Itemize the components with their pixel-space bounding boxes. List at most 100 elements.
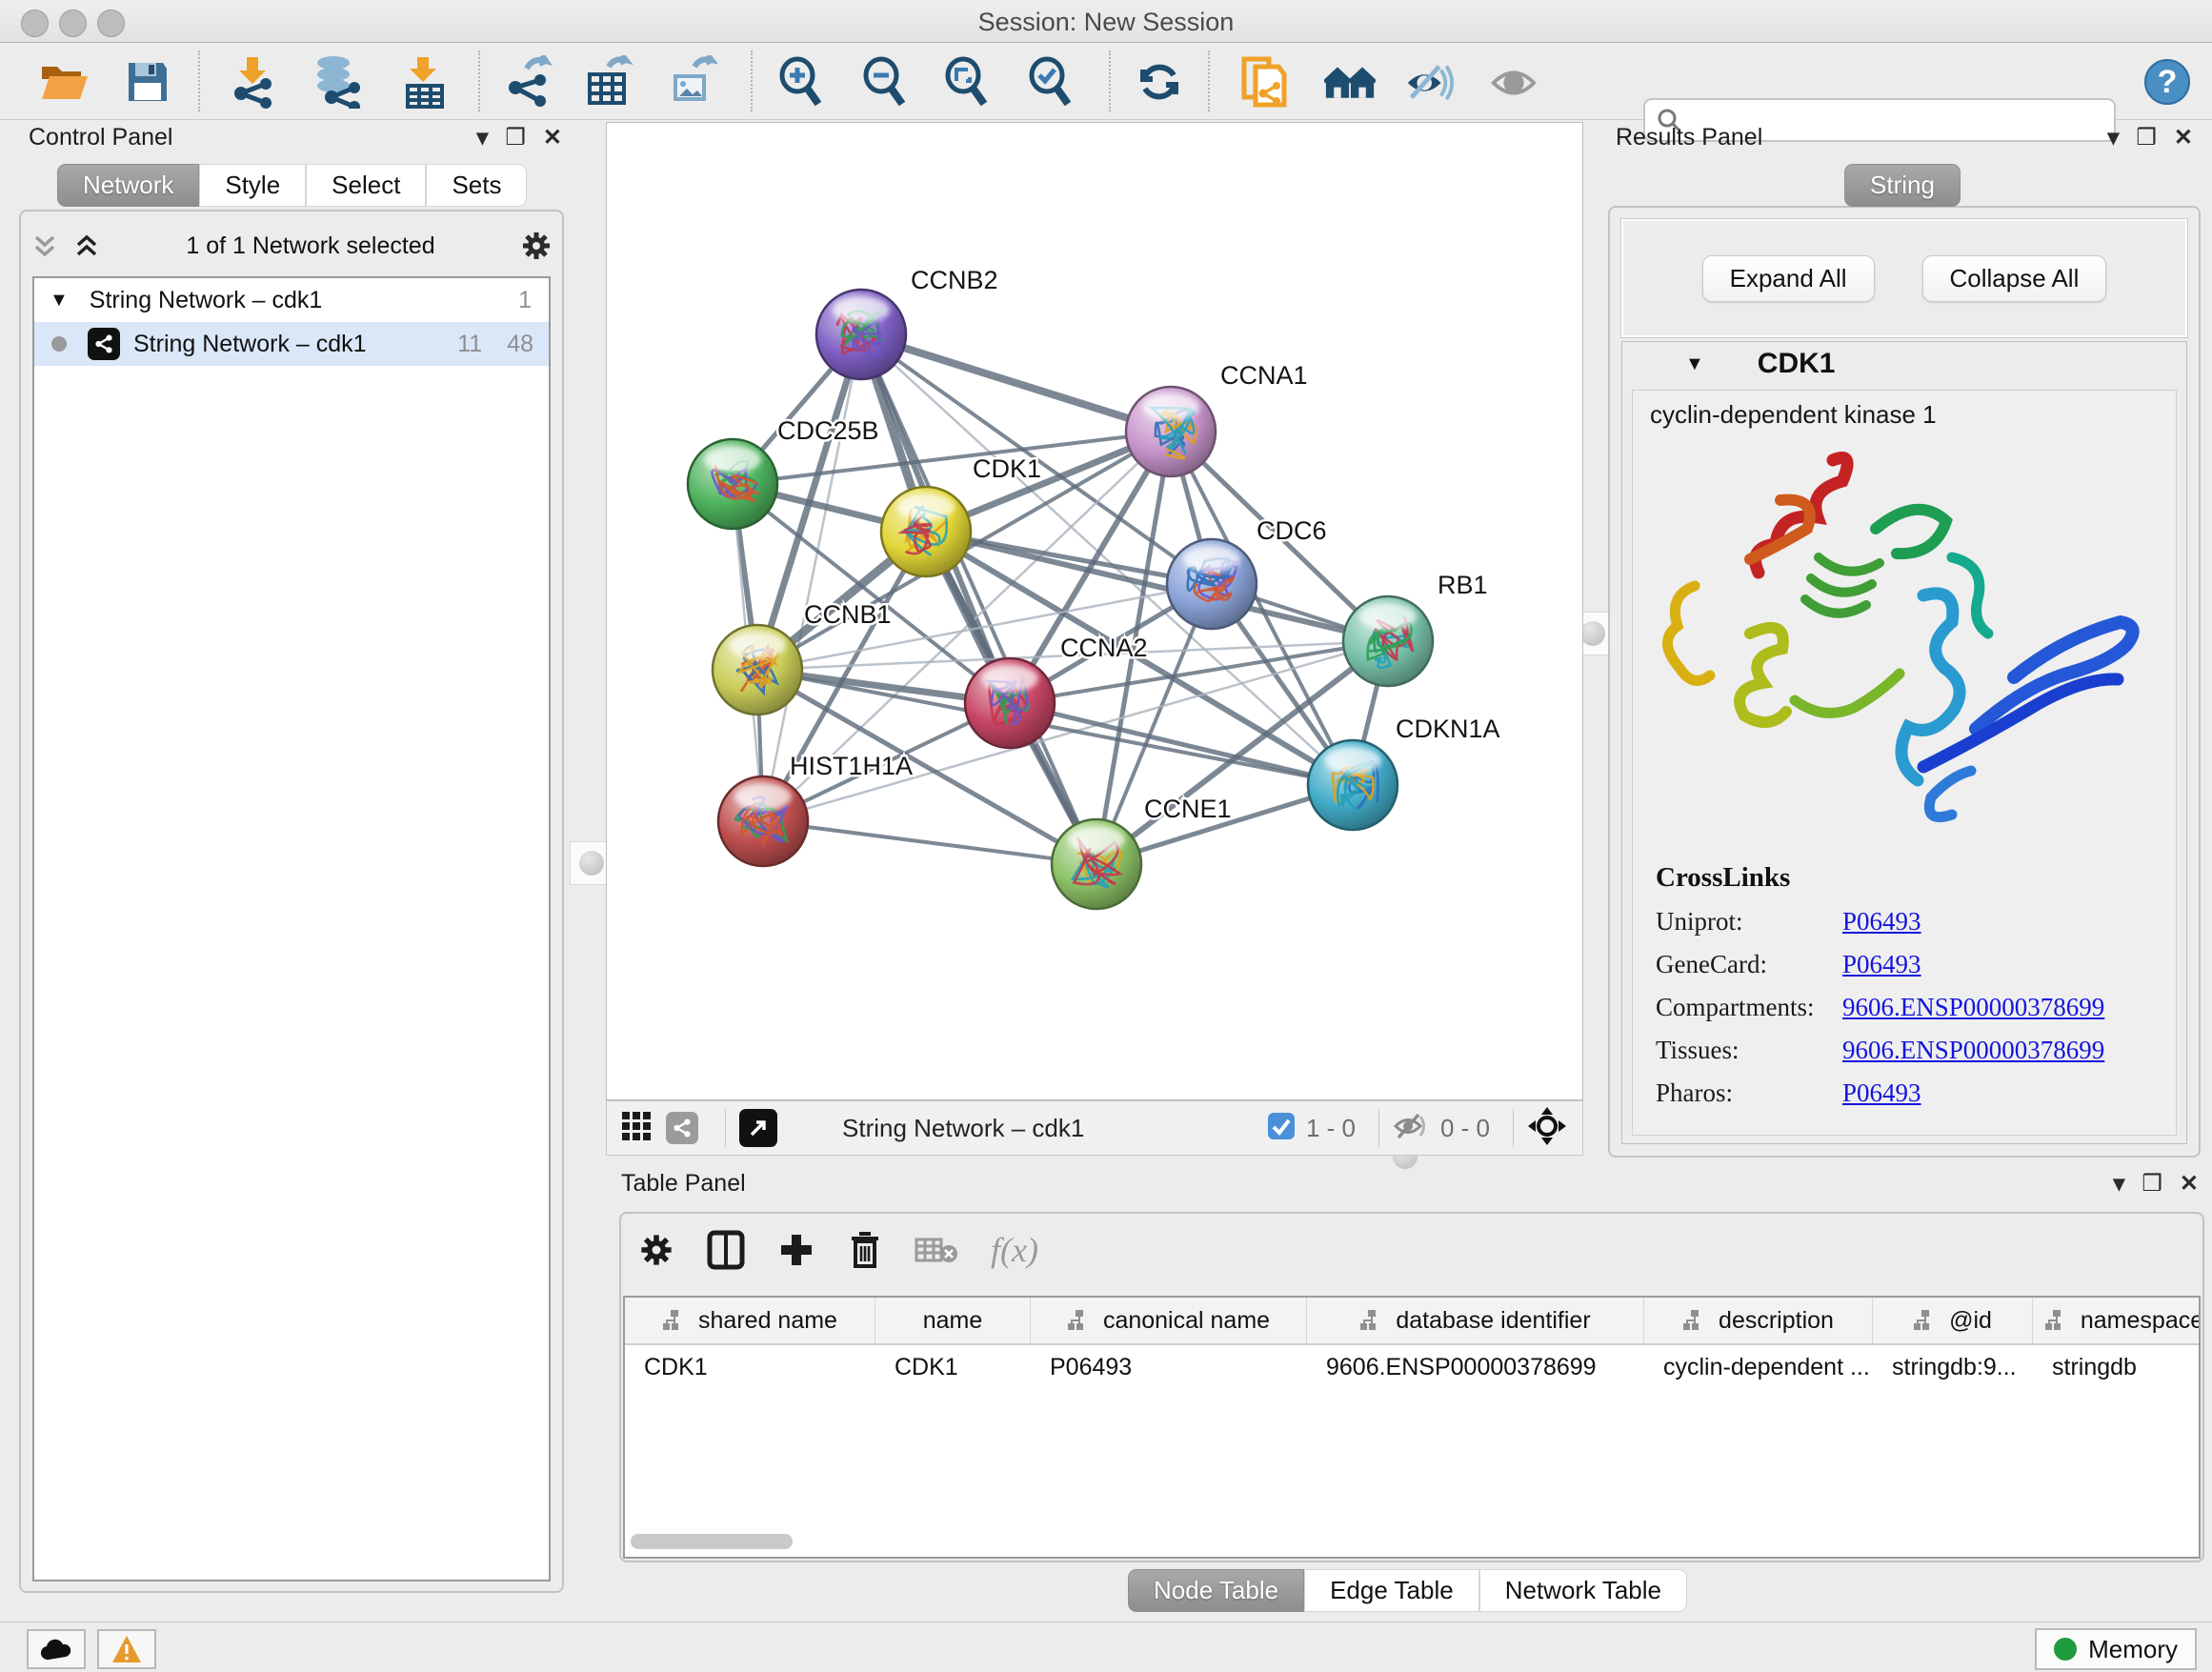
crosslink-row: GeneCard: P06493 [1656,950,2176,979]
collapse-all-button[interactable]: Collapse All [1922,255,2107,302]
string-results-body: Expand All Collapse All ▼ CDK1 cyclin-de… [1608,206,2201,1158]
network-node-ccnb2[interactable]: CCNB2 [816,266,998,379]
panel-close-icon[interactable]: ✕ [543,124,562,151]
column-header[interactable]: description [1644,1298,1873,1343]
crosslink-link[interactable]: P06493 [1842,907,1921,937]
save-session-icon[interactable] [122,56,173,108]
network-options-gear-icon[interactable] [520,230,553,262]
column-header[interactable]: canonical name [1031,1298,1307,1343]
import-network-file-icon[interactable] [227,56,278,108]
zoom-out-icon[interactable] [859,56,911,108]
export-network-icon[interactable] [503,56,554,108]
show-all-nodes-icon[interactable] [1324,56,1376,108]
panel-float-icon[interactable]: ❒ [505,124,526,151]
crosslink-link[interactable]: P06493 [1842,950,1921,979]
table-horizontal-scrollbar[interactable] [631,1534,793,1549]
tab-network[interactable]: Network [57,164,199,207]
export-image-icon[interactable] [667,56,718,108]
collection-count: 1 [518,287,532,314]
network-node-ccna1[interactable]: CCNA1 [1126,361,1308,476]
tab-node-table[interactable]: Node Table [1128,1569,1304,1612]
import-table-file-icon[interactable] [398,56,450,108]
table-cell: stringdb [2033,1345,2201,1389]
zoom-in-icon[interactable] [775,56,827,108]
cloud-button[interactable] [27,1629,86,1669]
network-node-hist1h1a[interactable]: HIST1H1A [718,752,913,866]
export-table-icon[interactable] [583,56,634,108]
shared-column-icon [1067,1309,1092,1332]
node-label: RB1 [1438,571,1488,599]
tab-style[interactable]: Style [199,164,306,207]
network-view-title: String Network – cdk1 [842,1114,1084,1143]
expand-all-icon[interactable] [72,232,101,260]
import-network-database-icon[interactable] [311,56,362,108]
column-header[interactable]: @id [1873,1298,2033,1343]
duplicate-network-icon[interactable] [1238,56,1290,108]
panel-menu-icon[interactable]: ▾ [2113,1170,2124,1198]
function-builder-icon[interactable]: f(x) [991,1230,1038,1270]
show-columns-icon[interactable] [707,1230,745,1270]
selected-checkbox-icon[interactable] [1266,1111,1297,1146]
memory-button[interactable]: Memory [2035,1628,2197,1670]
results-panel: Results Panel ▾ ❒ ✕ String Expand All Co… [1600,122,2204,1156]
node-label: CCNA1 [1220,361,1308,390]
detach-view-icon[interactable] [739,1109,777,1147]
collapse-all-icon[interactable] [30,232,59,260]
expand-all-button[interactable]: Expand All [1702,255,1875,302]
crosslink-link[interactable]: 9606.ENSP00000378699 [1842,993,2104,1022]
panel-menu-icon[interactable]: ▾ [476,124,488,151]
hide-selected-icon[interactable] [1404,56,1456,108]
panel-close-icon[interactable]: ✕ [2180,1170,2199,1198]
delete-column-icon[interactable] [848,1230,882,1270]
warnings-button[interactable] [97,1629,156,1669]
network-node-cdkn1a[interactable]: CDKN1A [1308,715,1500,830]
network-row-selected[interactable]: String Network – cdk1 11 48 [34,322,549,366]
column-header[interactable]: namespace [2033,1298,2201,1343]
tab-network-table[interactable]: Network Table [1479,1569,1687,1612]
crosslink-link[interactable]: P06493 [1842,1078,1921,1108]
column-header[interactable]: name [875,1298,1031,1343]
gene-expander-icon[interactable]: ▼ [1685,353,1704,375]
panel-float-icon[interactable]: ❒ [2136,124,2157,151]
table-options-gear-icon[interactable] [638,1232,674,1268]
status-bar: Memory [0,1622,2212,1672]
hidden-eye-icon[interactable] [1393,1111,1431,1146]
panel-close-icon[interactable]: ✕ [2174,124,2193,151]
network-collection-row[interactable]: ▼ String Network – cdk1 1 [34,278,549,322]
add-column-icon[interactable] [777,1231,815,1269]
toolbar-separator [1208,50,1210,111]
panel-menu-icon[interactable]: ▾ [2107,124,2119,151]
network-edge-count: 48 [507,331,533,358]
network-type-badge-icon[interactable] [666,1112,698,1144]
fit-selected-crosshair-icon[interactable] [1527,1106,1567,1151]
node-label: CDK1 [973,454,1041,483]
tab-sets[interactable]: Sets [426,164,527,207]
crosslink-link[interactable]: 9606.ENSP00000378699 [1842,1036,2104,1065]
table-panel-body: f(x) shared namenamecanonical namedataba… [619,1212,2204,1562]
hidden-count: 0 - 0 [1440,1114,1490,1143]
tab-select[interactable]: Select [306,164,426,207]
open-session-icon[interactable] [38,56,90,108]
table-row[interactable]: CDK1CDK1P064939606.ENSP00000378699cyclin… [625,1345,2199,1389]
toolbar-separator [1513,1109,1514,1147]
network-canvas[interactable]: CCNB2 CCNA1 CDC25B CDK1 CDC6 RB1 CCNB1 C… [606,122,1583,1100]
column-header[interactable]: database identifier [1307,1298,1644,1343]
network-edge [861,334,1096,864]
collection-label: String Network – cdk1 [90,287,323,314]
zoom-fit-icon[interactable] [941,56,993,108]
show-graphics-details-icon[interactable] [1488,56,1539,108]
crosslink-label: Uniprot: [1656,907,1842,937]
view-grid-icon[interactable] [622,1112,651,1145]
crosslink-label: GeneCard: [1656,950,1842,979]
panel-float-icon[interactable]: ❒ [2142,1170,2162,1198]
column-header[interactable]: shared name [625,1298,875,1343]
tab-edge-table[interactable]: Edge Table [1304,1569,1479,1612]
help-icon[interactable]: ? [2142,56,2193,108]
tab-string[interactable]: String [1844,164,1961,207]
refresh-view-icon[interactable] [1134,56,1185,108]
zoom-selected-icon[interactable] [1025,56,1076,108]
delete-table-icon[interactable] [915,1234,958,1266]
collection-expander-icon[interactable]: ▼ [50,290,69,312]
network-node-rb1[interactable]: RB1 [1343,571,1488,686]
gene-section: ▼ CDK1 cyclin-dependent kinase 1 [1621,341,2187,1144]
